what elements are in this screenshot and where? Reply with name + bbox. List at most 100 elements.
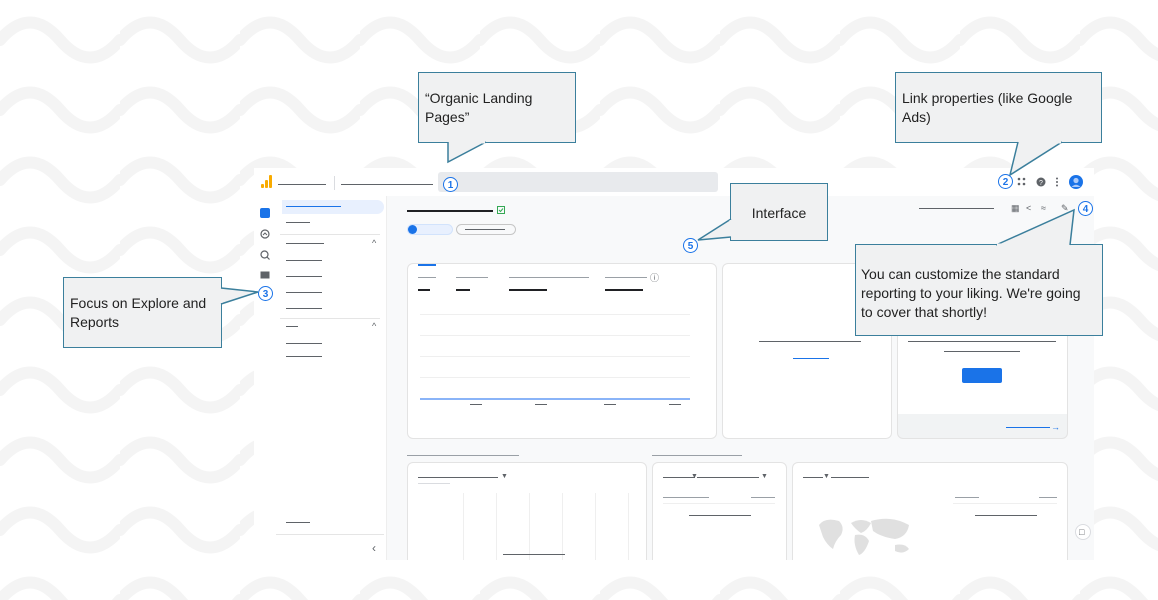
- x-tick-label: [470, 404, 482, 405]
- metric-label[interactable]: [456, 277, 488, 278]
- advertising-icon[interactable]: [260, 271, 270, 281]
- nav-item-demographics[interactable]: [286, 343, 322, 344]
- analytics-logo-icon: [261, 175, 273, 188]
- dropdown-icon[interactable]: ▼: [501, 472, 508, 482]
- gridline: [595, 493, 596, 560]
- gridline: [496, 493, 497, 560]
- nav-section-life-cycle[interactable]: [286, 243, 324, 244]
- primary-button[interactable]: [962, 368, 1002, 383]
- nav-item-reports-snapshot[interactable]: [282, 200, 384, 214]
- users-by-country-card: ▼: [792, 462, 1068, 560]
- card-text: [689, 515, 751, 516]
- gridline: [420, 377, 690, 378]
- badge-2: 2: [998, 174, 1013, 189]
- column-header: [751, 497, 775, 498]
- gridline: [628, 493, 629, 560]
- home-icon[interactable]: [260, 208, 270, 218]
- section-heading: [407, 455, 519, 456]
- sessions-card: ▼ ▼: [652, 462, 787, 560]
- nav-item-retention[interactable]: [286, 308, 322, 309]
- divider: [334, 176, 335, 190]
- metric-value: [418, 289, 430, 291]
- gridline: [420, 356, 690, 357]
- x-tick-label: [535, 404, 547, 405]
- callout-pointer: [995, 208, 1075, 246]
- svg-text:?: ?: [1039, 180, 1043, 187]
- gridline: [529, 493, 530, 560]
- card-text: [944, 351, 1020, 352]
- metric-label[interactable]: [509, 277, 589, 278]
- callout-interface: Interface: [730, 183, 828, 241]
- top-bar: ?: [254, 168, 1094, 196]
- card-title[interactable]: [803, 477, 823, 478]
- search-input[interactable]: [438, 172, 718, 192]
- callout-pointer: [1008, 141, 1063, 177]
- callout-text: “Organic Landing Pages”: [425, 90, 533, 125]
- nav-item-realtime[interactable]: [286, 222, 310, 223]
- nav-item-acquisition[interactable]: [286, 260, 322, 261]
- x-tick-label: [669, 404, 681, 405]
- callout-link-properties: Link properties (like Google Ads): [895, 72, 1102, 143]
- info-icon[interactable]: ⓘ: [650, 273, 659, 283]
- nav-item-tech[interactable]: [286, 356, 322, 357]
- callout-text: Focus on Explore and Reports: [70, 295, 207, 330]
- reports-icon[interactable]: [260, 229, 270, 241]
- users-by-channel-card: ▼: [407, 462, 647, 560]
- nav-item-label: [286, 206, 341, 207]
- column-header: [955, 497, 979, 498]
- add-comparison-label: [465, 229, 505, 230]
- page-title: [407, 210, 493, 212]
- card-text: [759, 341, 861, 342]
- verified-icon: [497, 206, 505, 216]
- callout-organic-landing-pages: “Organic Landing Pages”: [418, 72, 576, 143]
- divider: [663, 503, 775, 504]
- badge-1: 1: [443, 177, 458, 192]
- chevron-left-icon[interactable]: ‹: [372, 542, 376, 554]
- property-selector[interactable]: [341, 184, 433, 185]
- divider: [280, 234, 380, 235]
- reports-nav-panel: ^ ^ ‹: [276, 196, 387, 560]
- gridline: [420, 335, 690, 336]
- explore-icon[interactable]: [260, 250, 270, 262]
- nav-item-library[interactable]: [286, 522, 310, 523]
- card-title[interactable]: [831, 477, 869, 478]
- divider: [953, 503, 1057, 504]
- segment-dot-icon: [408, 225, 417, 234]
- card-subtitle: [418, 483, 450, 484]
- x-axis-label: [503, 554, 565, 555]
- metric-value: [509, 289, 547, 291]
- callout-pointer: [697, 218, 732, 241]
- analytics-interface: ? ^ ^ ‹ ▦ < ≈ ✎ ⓘ → ▼ ▼ ▼ ▼ □: [254, 168, 1094, 560]
- nav-section-user[interactable]: [286, 326, 298, 327]
- dropdown-icon[interactable]: ▼: [823, 472, 830, 482]
- callout-customize-reporting: You can customize the standard reporting…: [855, 244, 1103, 336]
- card-link[interactable]: [793, 358, 829, 359]
- section-heading: [652, 455, 742, 456]
- dropdown-icon[interactable]: ▼: [761, 472, 768, 482]
- divider: [276, 534, 384, 535]
- callout-text: Interface: [751, 205, 807, 221]
- card-title[interactable]: [697, 477, 759, 478]
- gridline: [420, 314, 690, 315]
- gridline: [463, 493, 464, 560]
- card-text: [975, 515, 1037, 516]
- active-tab-indicator: [418, 264, 436, 266]
- badge-4: 4: [1078, 201, 1093, 216]
- chevron-up-icon[interactable]: ^: [372, 238, 376, 248]
- date-range-selector[interactable]: [919, 208, 994, 209]
- metric-label[interactable]: [605, 277, 647, 278]
- badge-3: 3: [258, 286, 273, 301]
- callout-explore-reports: Focus on Explore and Reports: [63, 277, 222, 348]
- nav-item-engagement[interactable]: [286, 276, 322, 277]
- trend-line: [420, 398, 690, 400]
- metric-label[interactable]: [418, 277, 436, 278]
- column-header: [1039, 497, 1057, 498]
- card-title[interactable]: [418, 477, 498, 478]
- left-rail: [254, 196, 276, 560]
- chevron-up-icon[interactable]: ^: [372, 321, 376, 331]
- nav-item-monetization[interactable]: [286, 292, 322, 293]
- account-name[interactable]: [278, 184, 326, 185]
- view-link[interactable]: [1006, 427, 1050, 428]
- gridline: [562, 493, 563, 560]
- overview-card: ⓘ: [407, 263, 717, 439]
